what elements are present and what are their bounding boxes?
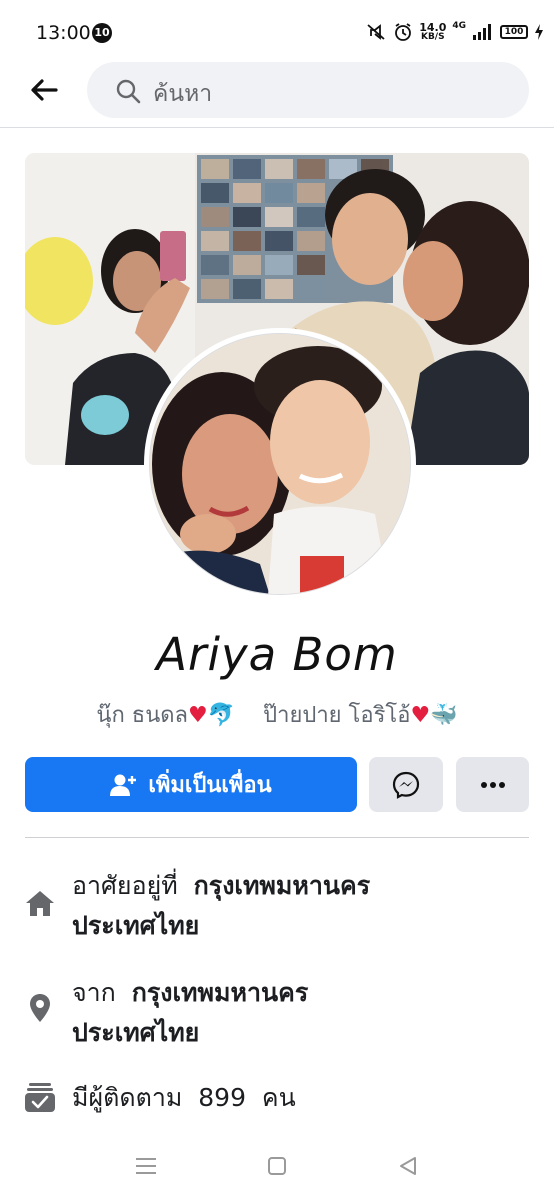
lives-in-text: อาศัยอยู่ที่ กรุงเทพมหานคร ประเทศไทย: [72, 866, 370, 946]
back-arrow-icon: [31, 79, 58, 101]
from-city[interactable]: กรุงเทพมหานคร: [132, 978, 309, 1007]
from-row: จาก กรุงเทพมหานคร ประเทศไทย: [25, 973, 529, 1053]
status-icons: 14.0 KB/S 4G 100: [365, 18, 544, 46]
heart-icon: ♥: [410, 703, 431, 728]
search-header: ค้นหา: [0, 60, 554, 128]
back-button[interactable]: [26, 76, 62, 104]
notification-badge: 10: [92, 23, 112, 43]
followers-suffix: คน: [261, 1083, 296, 1112]
profile-name: Ariya Bom: [156, 628, 398, 681]
signal-icon: [473, 24, 491, 40]
add-friend-label: เพิ่มเป็นเพื่อน: [148, 773, 272, 798]
profile-picture-image: [149, 333, 411, 595]
network-type: 4G: [452, 21, 466, 31]
bio-part-2: ป๊ายปาย โอริโอ้: [263, 703, 411, 728]
back-triangle-icon[interactable]: [398, 1156, 418, 1176]
system-nav-bar: [0, 1134, 554, 1200]
followers-icon: [25, 1083, 55, 1112]
search-icon: [116, 79, 141, 104]
menu-icon[interactable]: [135, 1156, 157, 1176]
lives-in-prefix: อาศัยอยู่ที่: [72, 871, 178, 900]
bio-part-1: นุ๊ก ธนดล: [96, 703, 189, 728]
heart-icon: ♥: [188, 703, 208, 728]
charging-icon: [535, 24, 543, 40]
battery-indicator: 100: [500, 25, 528, 39]
from-prefix: จาก: [72, 978, 116, 1007]
lives-in-city[interactable]: กรุงเทพมหานคร: [194, 871, 371, 900]
add-friend-icon: [110, 774, 137, 796]
from-country[interactable]: ประเทศไทย: [72, 1018, 199, 1047]
net-speed-unit: KB/S: [420, 32, 445, 42]
followers-prefix: มีผู้ติดตาม: [72, 1083, 183, 1112]
lives-in-row: อาศัยอยู่ที่ กรุงเทพมหานคร ประเทศไทย: [25, 866, 529, 946]
status-bar: 13:00 10 14.0 KB/S 4G 100: [0, 0, 554, 64]
profile-picture[interactable]: [144, 328, 416, 600]
search-input[interactable]: ค้นหา: [87, 62, 529, 118]
more-icon: [480, 781, 505, 788]
dolphin-icon: 🐬: [207, 703, 236, 728]
followers-row[interactable]: มีผู้ติดตาม 899 คน: [25, 1078, 529, 1120]
status-time: 13:00: [36, 22, 91, 44]
add-friend-button[interactable]: เพิ่มเป็นเพื่อน: [25, 757, 357, 812]
followers-text: มีผู้ติดตาม 899 คน: [72, 1078, 296, 1118]
whale-icon: 🐳: [430, 703, 458, 728]
mute-icon: [367, 24, 385, 40]
profile-bio: นุ๊ก ธนดล♥🐬 ป๊ายปาย โอริโอ้♥🐳: [0, 697, 554, 732]
net-speed: 14.0 KB/S: [419, 22, 446, 42]
alarm-icon: [395, 23, 412, 41]
home-button-icon[interactable]: [267, 1156, 287, 1176]
from-text: จาก กรุงเทพมหานคร ประเทศไทย: [72, 973, 308, 1053]
message-button[interactable]: [369, 757, 443, 812]
divider: [25, 837, 529, 838]
home-icon: [26, 891, 54, 916]
followers-count: 899: [198, 1083, 246, 1112]
messenger-icon: [392, 771, 420, 799]
search-placeholder: ค้นหา: [153, 81, 213, 107]
more-options-button[interactable]: [456, 757, 529, 812]
location-pin-icon: [30, 994, 50, 1022]
lives-in-country[interactable]: ประเทศไทย: [72, 911, 199, 940]
